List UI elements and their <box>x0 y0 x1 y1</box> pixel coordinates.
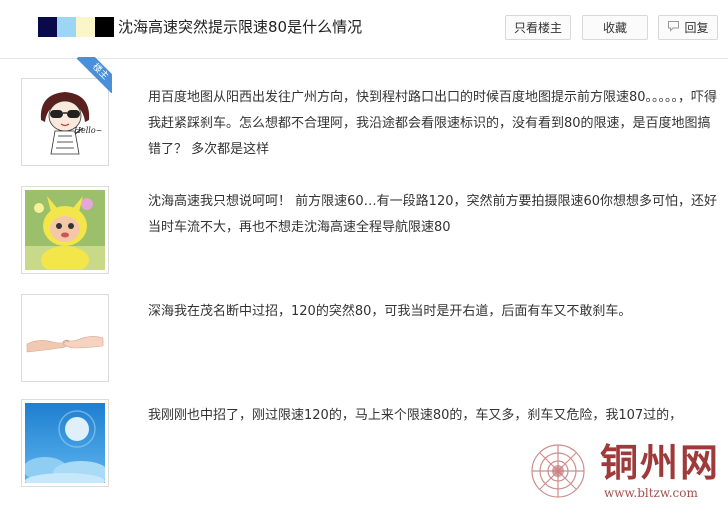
thread-title: 沈海高速突然提示限速80是什么情况 <box>118 18 363 36</box>
avatar[interactable] <box>21 294 109 382</box>
only-op-label: 只看楼主 <box>513 21 562 35</box>
reply-icon <box>667 16 680 41</box>
site-watermark: 铜州网 www.bltzw.com <box>524 438 720 504</box>
watermark-site-name: 铜州网 <box>600 440 721 485</box>
avatar[interactable] <box>21 399 109 487</box>
favorite-label: 收藏 <box>602 21 627 35</box>
avatar[interactable] <box>21 186 109 274</box>
holding-hands-icon <box>25 298 105 378</box>
avatar-caption: Hello~ <box>74 126 103 135</box>
post-text: 深海我在茂名断中过招，120的突然80，可我当时是开右道，后面有车又不敢刹车。 <box>148 304 632 319</box>
teletubby-icon <box>25 190 105 270</box>
moon-sky-icon <box>25 403 105 483</box>
reply-label: 回复 <box>684 21 709 35</box>
watermark-logo-icon <box>531 444 585 498</box>
watermark-url: www.bltzw.com <box>604 486 698 500</box>
op-badge-label: 楼主 <box>76 57 112 93</box>
post-text: 用百度地图从阳西出发往广州方向，快到程村路口出口的时候百度地图提示前方限速80。… <box>148 90 718 157</box>
favorite-button[interactable]: 收藏 <box>582 15 648 40</box>
post-text: 沈海高速我只想说呵呵！ 前方限速60…有一段路120，突然前方要拍摄限速60你想… <box>148 194 718 235</box>
post-text: 我刚刚也中招了，刚过限速120的，马上来个限速80的，车又多，刹车又危险，我10… <box>148 408 683 423</box>
reply-button[interactable]: 回复 <box>658 15 718 40</box>
title-color-blocks <box>38 17 114 37</box>
color-block-1 <box>38 17 57 37</box>
thread-header: 沈海高速突然提示限速80是什么情况 只看楼主 收藏 回复 <box>0 0 728 59</box>
color-block-3 <box>76 17 95 37</box>
cartoon-girl-hello-icon <box>25 82 105 162</box>
color-block-4 <box>95 17 114 37</box>
color-block-2 <box>57 17 76 37</box>
op-badge: 楼主 <box>76 57 112 93</box>
only-op-button[interactable]: 只看楼主 <box>505 15 571 40</box>
